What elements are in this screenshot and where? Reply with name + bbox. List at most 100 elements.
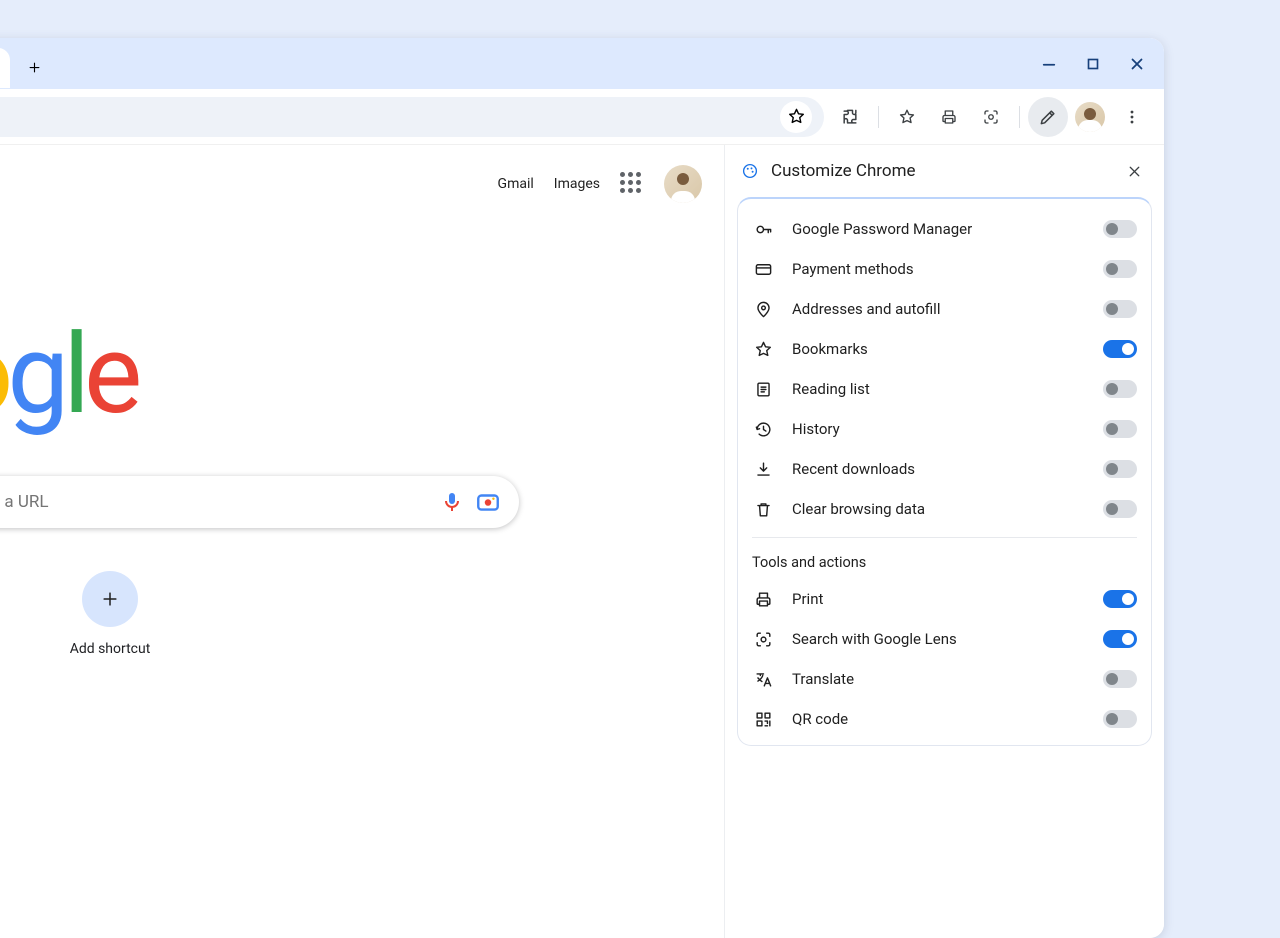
option-bkm: Bookmarks	[752, 329, 1137, 369]
close-icon	[1128, 55, 1146, 73]
print-button[interactable]	[929, 97, 969, 137]
option-label: Bookmarks	[792, 340, 1085, 358]
toggle-lens[interactable]	[1103, 630, 1137, 648]
camera-lens-icon	[475, 489, 501, 515]
option-label: Google Password Manager	[792, 220, 1085, 238]
images-link[interactable]: Images	[554, 176, 600, 192]
option-label: Search with Google Lens	[792, 630, 1085, 648]
option-label: Translate	[792, 670, 1085, 688]
palette-icon	[741, 162, 759, 180]
voice-search-button[interactable]	[439, 489, 465, 515]
puzzle-icon	[840, 107, 860, 127]
option-label: Print	[792, 590, 1085, 608]
option-label: Payment methods	[792, 260, 1085, 278]
hist-icon	[752, 420, 774, 439]
search-input[interactable]	[0, 492, 429, 512]
toggle-bkm[interactable]	[1103, 340, 1137, 358]
star-icon	[898, 108, 916, 126]
print-icon	[752, 590, 774, 609]
clr-icon	[752, 500, 774, 519]
browser-window: Gmail Images Google	[0, 38, 1164, 938]
chrome-menu-button[interactable]	[1112, 97, 1152, 137]
google-logo: Google	[0, 320, 136, 430]
dl-icon	[752, 460, 774, 479]
option-addr: Addresses and autofill	[752, 289, 1137, 329]
maximize-icon	[1084, 55, 1102, 73]
option-label: Clear browsing data	[792, 500, 1085, 518]
plus-circle-icon	[82, 571, 138, 627]
shortcut-label: Add shortcut	[70, 641, 151, 657]
toolbar-actions	[830, 97, 1152, 137]
toggle-print[interactable]	[1103, 590, 1137, 608]
sidepanel-title: Customize Chrome	[771, 161, 1108, 181]
active-tab[interactable]	[0, 48, 10, 88]
option-trans: Translate	[752, 659, 1137, 699]
close-icon	[1126, 163, 1143, 180]
toggle-dl[interactable]	[1103, 460, 1137, 478]
option-print: Print	[752, 579, 1137, 619]
bookmarks-button[interactable]	[887, 97, 927, 137]
trans-icon	[752, 670, 774, 689]
lens-button[interactable]	[971, 97, 1011, 137]
option-label: QR code	[792, 710, 1085, 728]
profile-button[interactable]	[1070, 97, 1110, 137]
customize-options-card: Google Password Manager Payment methods Ad…	[737, 197, 1152, 746]
gmail-link[interactable]: Gmail	[498, 176, 534, 192]
minimize-icon	[1040, 55, 1058, 73]
printer-icon	[940, 108, 958, 126]
option-read: Reading list	[752, 369, 1137, 409]
toggle-pwd[interactable]	[1103, 220, 1137, 238]
kebab-icon	[1122, 107, 1142, 127]
sidepanel-close-button[interactable]	[1120, 157, 1148, 185]
addr-icon	[752, 300, 774, 319]
new-tab-button[interactable]	[20, 54, 48, 82]
sidepanel-header: Customize Chrome	[725, 145, 1164, 197]
star-outline-icon	[787, 107, 806, 126]
toggle-pay[interactable]	[1103, 260, 1137, 278]
toggle-read[interactable]	[1103, 380, 1137, 398]
option-dl: Recent downloads	[752, 449, 1137, 489]
toggle-trans[interactable]	[1103, 670, 1137, 688]
customize-chrome-panel: Customize Chrome Google Password Manager…	[724, 145, 1164, 938]
image-search-button[interactable]	[475, 489, 501, 515]
microphone-icon	[440, 490, 464, 514]
read-icon	[752, 380, 774, 399]
toolbar-separator	[878, 106, 879, 128]
omnibox-container	[0, 97, 824, 137]
option-qr: QR code	[752, 699, 1137, 739]
toolbar-separator	[1019, 106, 1020, 128]
window-maximize-button[interactable]	[1072, 43, 1114, 85]
shortcut-add[interactable]: Add shortcut	[60, 571, 160, 657]
pay-icon	[752, 260, 774, 279]
avatar-icon	[1075, 102, 1105, 132]
ntp-header-links: Gmail Images	[498, 165, 702, 203]
bkm-icon	[752, 340, 774, 359]
option-label: Reading list	[792, 380, 1085, 398]
toggle-clr[interactable]	[1103, 500, 1137, 518]
lens-frame-icon	[982, 108, 1000, 126]
window-minimize-button[interactable]	[1028, 43, 1070, 85]
qr-icon	[752, 710, 774, 729]
ntp-profile-avatar[interactable]	[664, 165, 702, 203]
extensions-button[interactable]	[830, 97, 870, 137]
option-pwd: Google Password Manager	[752, 209, 1137, 249]
bookmark-star-button[interactable]	[780, 101, 812, 133]
search-box[interactable]	[0, 476, 519, 528]
option-label: History	[792, 420, 1085, 438]
lens-icon	[752, 630, 774, 649]
section-divider	[752, 537, 1137, 538]
option-clr: Clear browsing data	[752, 489, 1137, 529]
window-close-button[interactable]	[1116, 43, 1158, 85]
edit-pencil-button[interactable]	[1028, 97, 1068, 137]
option-pay: Payment methods	[752, 249, 1137, 289]
toggle-addr[interactable]	[1103, 300, 1137, 318]
window-controls	[1028, 38, 1158, 89]
address-bar[interactable]	[0, 97, 824, 137]
section-title-tools: Tools and actions	[752, 542, 1137, 579]
option-lens: Search with Google Lens	[752, 619, 1137, 659]
browser-toolbar	[0, 89, 1164, 145]
option-label: Addresses and autofill	[792, 300, 1085, 318]
toggle-hist[interactable]	[1103, 420, 1137, 438]
google-apps-button[interactable]	[620, 172, 644, 196]
toggle-qr[interactable]	[1103, 710, 1137, 728]
